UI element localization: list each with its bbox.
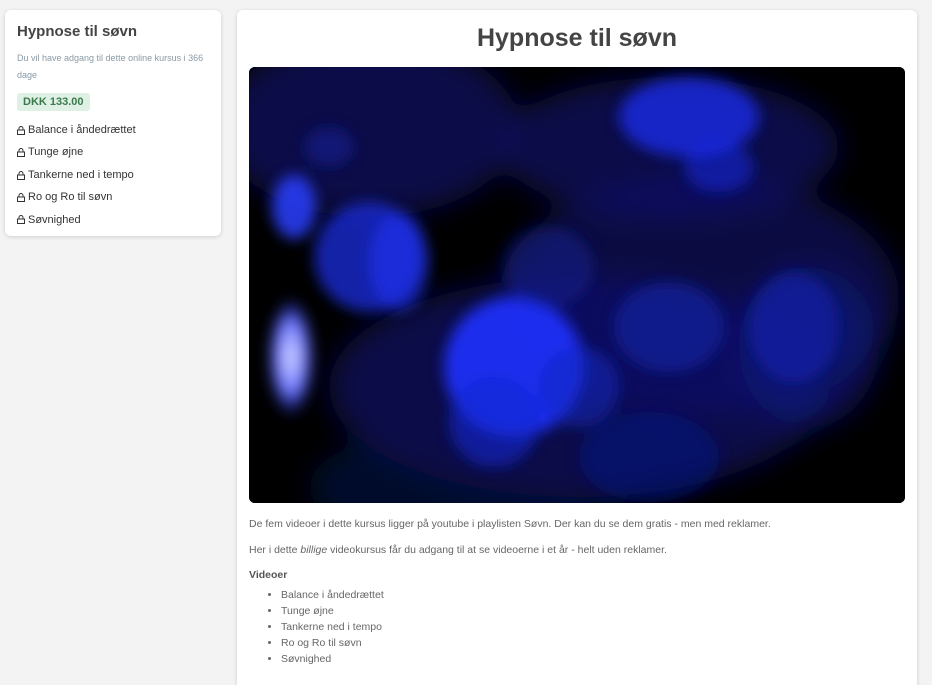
sidebar-title: Hypnose til søvn	[17, 23, 138, 40]
lesson-list: Balance i åndedrættet Tunge øjne Tankern…	[17, 119, 209, 231]
lock-icon	[17, 192, 25, 202]
video-item: Balance i åndedrættet	[281, 587, 905, 603]
description-paragraph: De fem videoer i dette kursus ligger på …	[249, 518, 771, 530]
video-item: Tunge øjne	[281, 603, 905, 619]
course-sidebar: Hypnose til søvn Du vil have adgang til …	[5, 10, 221, 236]
video-list: Balance i åndedrættet Tunge øjne Tankern…	[249, 587, 905, 667]
price-badge: DKK 133.00	[17, 93, 90, 111]
lesson-item[interactable]: Balance i åndedrættet	[17, 119, 209, 141]
course-content: Hypnose til søvn De fem videoer i dette …	[237, 10, 917, 685]
videos-heading: Videoer	[249, 569, 288, 581]
lesson-label: Balance i åndedrættet	[28, 124, 136, 136]
hero-image	[249, 67, 905, 503]
lock-icon	[17, 215, 25, 225]
lesson-item[interactable]: Tankerne ned i tempo	[17, 164, 209, 186]
lesson-label: Ro og Ro til søvn	[28, 191, 113, 204]
description-paragraph-2: Her i dette billige videokursus får du a…	[249, 543, 905, 557]
video-item: Tankerne ned i tempo	[281, 619, 905, 635]
lesson-label: Tankerne ned i tempo	[28, 168, 134, 181]
text-after: videokursus får du adgang til at se vide…	[327, 544, 667, 556]
text-before: Her i dette	[249, 544, 301, 556]
lesson-item[interactable]: Ro og Ro til søvn	[17, 186, 209, 208]
lesson-item[interactable]: Søvnighed	[17, 209, 209, 231]
lock-icon	[17, 170, 25, 180]
lesson-item[interactable]: Tunge øjne	[17, 141, 209, 163]
page: Hypnose til søvn Du vil have adgang til …	[0, 0, 932, 685]
access-duration-text: Du vil have adgang til dette online kurs…	[17, 53, 204, 80]
lock-icon	[17, 125, 25, 135]
bokeh-lights-image	[249, 67, 905, 503]
lesson-label: Tunge øjne	[28, 146, 84, 159]
lock-icon	[17, 148, 25, 158]
video-item: Ro og Ro til søvn	[281, 635, 905, 651]
video-item: Søvnighed	[281, 651, 905, 667]
emphasis-text: billige	[300, 544, 328, 556]
page-title: Hypnose til søvn	[476, 24, 678, 52]
lesson-label: Søvnighed	[28, 213, 81, 226]
